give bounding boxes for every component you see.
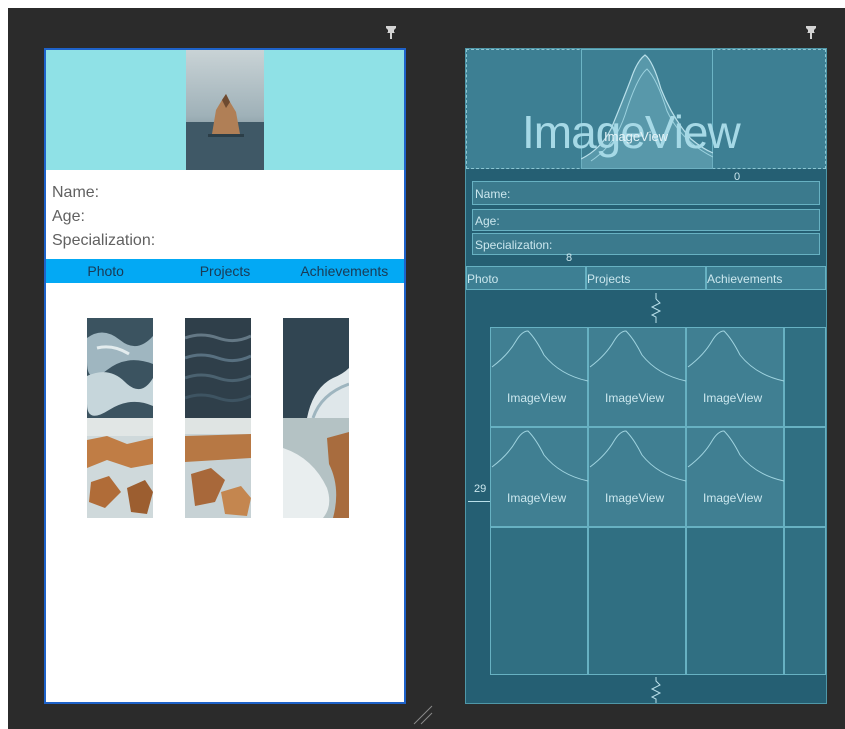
gallery-photo[interactable]: [87, 418, 153, 518]
design-preview[interactable]: Name: Age: Specialization: Photo Project…: [44, 48, 406, 704]
grid-imageview-label: ImageView: [605, 391, 665, 405]
tab-photo[interactable]: Photo: [46, 263, 165, 279]
grid-cell-empty: [490, 527, 588, 675]
age-field-outline[interactable]: Age:: [472, 209, 820, 231]
specialization-label: Specialization:: [52, 232, 156, 249]
tab-projects-label: Projects: [587, 272, 631, 286]
margin-label: 29: [474, 483, 487, 495]
age-label: Age:: [52, 208, 85, 225]
grid-cell-empty: [784, 427, 826, 527]
gallery-photo[interactable]: [283, 418, 349, 518]
name-field-outline[interactable]: Name:: [472, 181, 820, 205]
grid-imageview-label: ImageView: [507, 391, 567, 405]
tab-achievements-label: Achievements: [707, 272, 783, 286]
header-imageview-sublabel: ImageView: [604, 129, 669, 144]
grid-cell-empty: [784, 527, 826, 675]
blueprint-preview[interactable]: ImageView ImageView 0 Name: Age: Special…: [465, 48, 827, 704]
grid-imageview-label: ImageView: [703, 491, 763, 505]
name-label: Name:: [475, 187, 511, 201]
tab-bar: Photo Projects Achievements: [46, 259, 404, 283]
age-label: Age:: [475, 214, 500, 228]
gallery-photo[interactable]: [283, 318, 349, 418]
tab-achievements[interactable]: Achievements: [285, 263, 404, 279]
specialization-field-outline[interactable]: Specialization:: [472, 233, 820, 255]
gallery-photo[interactable]: [87, 318, 153, 418]
zigzag-constraint-icon: [650, 677, 662, 703]
tab-photo-label: Photo: [467, 272, 499, 286]
profile-info: Name: Age: Specialization:: [52, 181, 155, 253]
tab-projects[interactable]: Projects: [165, 263, 284, 279]
tab-projects-outline[interactable]: Projects: [586, 266, 706, 290]
grid-imageview-label: ImageView: [605, 491, 665, 505]
grid-imageview-label: ImageView: [507, 491, 567, 505]
tab-photo-outline[interactable]: Photo: [466, 266, 586, 290]
grid-cell-empty: [686, 527, 784, 675]
profile-header: [46, 50, 404, 170]
margin-indicator: [468, 501, 490, 502]
grid-cell-empty: [588, 527, 686, 675]
gallery-photo[interactable]: [185, 318, 251, 418]
grid-imageview-label: ImageView: [703, 391, 763, 405]
zigzag-constraint-icon: [650, 293, 662, 323]
margin-label: 8: [566, 252, 573, 264]
profile-photo[interactable]: [186, 50, 264, 170]
layout-editor-canvas: Name: Age: Specialization: Photo Project…: [8, 8, 845, 729]
resize-handle-icon[interactable]: [412, 704, 434, 726]
specialization-label: Specialization:: [475, 238, 553, 252]
grid-cell-empty: [784, 327, 826, 427]
name-label: Name:: [52, 184, 100, 201]
tab-achievements-outline[interactable]: Achievements: [706, 266, 826, 290]
pin-icon[interactable]: [805, 26, 817, 40]
gallery-photo[interactable]: [185, 418, 251, 518]
pin-icon[interactable]: [385, 26, 397, 40]
